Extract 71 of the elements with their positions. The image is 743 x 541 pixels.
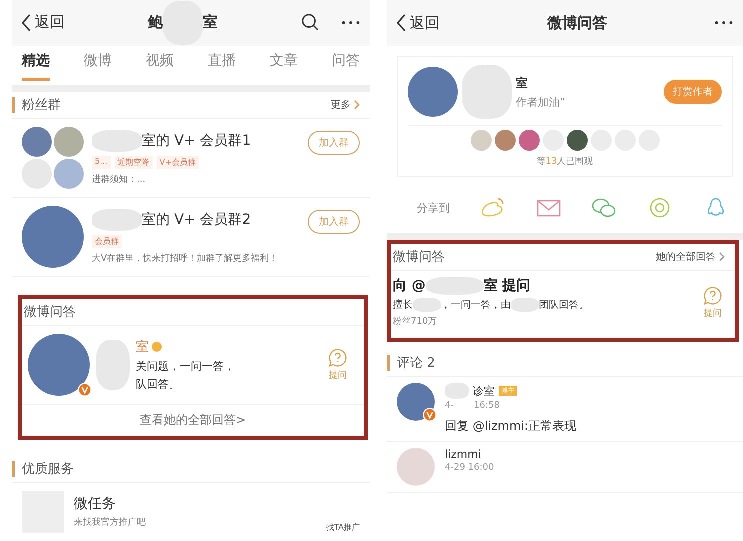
service-description: 来找我官方推广吧 [74, 516, 147, 529]
group-tag: 近期空降 [114, 156, 153, 170]
author-name: 室 [136, 339, 149, 356]
more-icon[interactable] [342, 20, 360, 25]
verified-badge-icon [423, 408, 437, 422]
tab[interactable]: 文章 [270, 52, 298, 81]
avatar [408, 67, 458, 117]
comment-text: 回复 @lizmmi:正常表现 [445, 418, 577, 435]
ask-title: 向 @ [393, 277, 426, 295]
comment-time: 4-29 16:00 [445, 463, 494, 473]
section-title: 评论 2 [397, 355, 436, 372]
comment-time: 4- [445, 401, 454, 411]
crown-icon [152, 342, 162, 352]
page-title: 室 [203, 13, 218, 32]
chat-bubbles-icon[interactable] [591, 197, 618, 219]
group-name: 室的 V+ 会员群2 [142, 211, 252, 230]
tab[interactable]: 问答 [332, 52, 360, 81]
group-tag: 会员群 [92, 235, 122, 248]
search-icon[interactable] [301, 13, 320, 32]
author-name: 室 [516, 74, 529, 92]
question-bubble-icon [703, 286, 723, 306]
group-avatars [22, 127, 84, 190]
qa-description: 团队回答。 [539, 299, 589, 312]
section-title: 粉丝群 [22, 97, 61, 114]
ask-title: 室 提问 [484, 277, 531, 295]
reward-subtitle: 作者加油” [516, 94, 567, 110]
qa-description: 擅长 [393, 298, 413, 312]
tip-author-button[interactable]: 打赏作者 [664, 80, 722, 104]
back-link[interactable]: 返回 [397, 14, 440, 32]
qa-description: 关问题，一问一答， [136, 359, 236, 374]
question-bubble-icon [328, 348, 348, 368]
section-title: 优质服务 [22, 461, 74, 478]
qa-description: ，一问一答，由 [441, 298, 511, 312]
more-icon[interactable] [715, 21, 733, 25]
tab[interactable]: 微博 [84, 52, 112, 81]
chevron-right-icon [354, 100, 360, 110]
all-answers-link[interactable]: 她的全部回答 [656, 250, 725, 264]
section-title: 微博问答 [24, 304, 76, 322]
view-all-answers-link[interactable]: 查看她的全部回答> [22, 405, 364, 436]
group-tag: 5... [92, 156, 111, 170]
viewer-count: 等13人已围观 [536, 156, 594, 168]
tab[interactable]: 直播 [208, 52, 236, 81]
ask-button[interactable]: 提问 [693, 286, 733, 320]
page-title: 鲍 [148, 13, 163, 32]
chevron-right-icon [719, 252, 725, 262]
comment-time: 16:58 [474, 401, 500, 411]
chevron-left-icon [22, 14, 32, 32]
tab[interactable]: 精选 [22, 52, 50, 81]
page-title: 微博问答 [546, 14, 608, 32]
commenter-name: 诊室 [473, 384, 495, 398]
follower-count: 粉丝710万 [393, 316, 438, 328]
more-link[interactable]: 更多 [331, 98, 360, 112]
ask-button[interactable]: 提问 [318, 348, 358, 382]
share-label: 分享到 [417, 200, 450, 216]
promote-link[interactable]: 找TA推广 [326, 522, 360, 533]
chevron-left-icon [397, 14, 407, 32]
service-name: 微任务 [74, 494, 117, 513]
cloud-icon[interactable] [480, 197, 506, 219]
group-description: 进群须知：... [92, 174, 147, 186]
section-title: 微博问答 [393, 249, 445, 266]
group-tag: V+会员群 [156, 156, 199, 170]
commenter-name: lizmmi [445, 448, 482, 461]
tab[interactable]: 视频 [146, 52, 174, 81]
back-link[interactable]: 返回 [22, 13, 65, 32]
group-name: 室的 V+ 会员群1 [142, 132, 252, 150]
join-group-button[interactable]: 加入群 [308, 131, 360, 156]
join-group-button[interactable]: 加入群 [308, 210, 360, 234]
verified-badge-icon [78, 383, 92, 398]
group-description: 大V在群里，快来打招呼！加群了解更多福利！ [92, 252, 280, 266]
avatar [397, 448, 435, 486]
qa-description: 队回答。 [136, 377, 181, 392]
